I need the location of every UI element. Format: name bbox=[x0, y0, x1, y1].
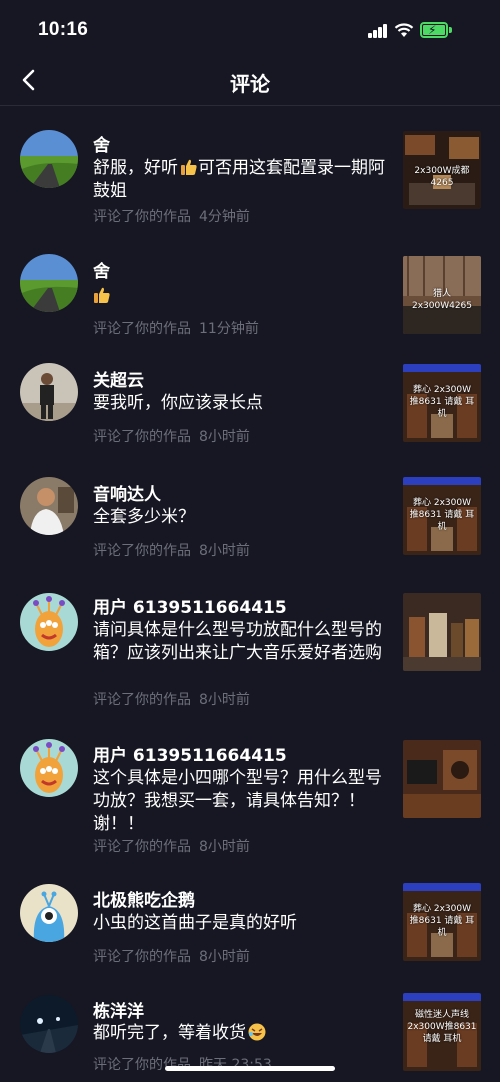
commenter-name[interactable]: 关超云 bbox=[93, 366, 144, 391]
comment-meta: 评论了你的作品 8小时前 bbox=[93, 836, 250, 856]
comment-row[interactable]: 音响达人 全套多少米？ 评论了你的作品 8小时前 葬心 2x300W推8631 请… bbox=[0, 454, 500, 567]
comment-row[interactable]: 关超云 要我听，你应该录长点 评论了你的作品 8小时前 葬心 2x300W推863… bbox=[0, 342, 500, 454]
avatar[interactable] bbox=[20, 593, 78, 651]
comment-action: 评论了你的作品 bbox=[93, 839, 191, 855]
video-thumbnail[interactable] bbox=[403, 740, 481, 818]
comment-action: 评论了你的作品 bbox=[93, 949, 191, 965]
avatar[interactable] bbox=[20, 477, 78, 535]
comment-time: 8小时前 bbox=[199, 543, 250, 559]
avatar[interactable] bbox=[20, 884, 78, 942]
commenter-name[interactable]: 舍 bbox=[93, 257, 110, 282]
thumbnail-caption: 葬心 2x300W推8631 请戴 耳机 bbox=[409, 904, 475, 938]
battery-tip bbox=[449, 27, 452, 33]
comment-meta: 评论了你的作品 8小时前 bbox=[93, 540, 250, 560]
comment-action: 评论了你的作品 bbox=[93, 321, 191, 337]
comment-action: 评论了你的作品 bbox=[93, 543, 191, 559]
comment-time: 8小时前 bbox=[199, 949, 250, 965]
avatar[interactable] bbox=[20, 363, 78, 421]
thumbnail-caption: 猎人2x300W4265 bbox=[411, 289, 473, 311]
cellular-signal-icon bbox=[368, 24, 388, 38]
comment-row[interactable]: 栋洋洋 都听完了，等着收货 评论了你的作品 昨天 23:53 磁性迷人声线 2x3… bbox=[0, 975, 500, 1073]
status-bar: 10:16 ⚡ bbox=[0, 0, 500, 56]
comment-meta: 评论了你的作品 8小时前 bbox=[93, 946, 250, 966]
comment-row[interactable]: 用户 6139511664415 请问具体是什么型号功放配什么型号的箱？应该列出… bbox=[0, 567, 500, 713]
video-thumbnail[interactable]: 葬心 2x300W推8631 请戴 耳机 bbox=[403, 883, 481, 961]
comment-meta: 评论了你的作品 8小时前 bbox=[93, 426, 250, 446]
comment-meta: 评论了你的作品 4分钟前 bbox=[93, 206, 250, 226]
status-time: 10:16 bbox=[38, 19, 89, 40]
commenter-name[interactable]: 舍 bbox=[93, 131, 110, 156]
page-title: 评论 bbox=[230, 72, 270, 96]
comment-time: 8小时前 bbox=[199, 429, 250, 445]
thumbnail-caption: 葬心 2x300W推8631 请戴 耳机 bbox=[409, 385, 475, 419]
comment-text: 小虫的这首曲子是真的好听 bbox=[93, 913, 297, 933]
video-thumbnail[interactable] bbox=[403, 593, 481, 671]
thumbnail-caption: 2x300W成都4265 bbox=[414, 166, 470, 188]
comment-meta: 评论了你的作品 昨天 23:53 bbox=[93, 1054, 272, 1074]
avatar[interactable] bbox=[20, 130, 78, 188]
comment-text: 舒服，好听 可否用这套配置录一期阿鼓姐 bbox=[93, 157, 388, 203]
commenter-name[interactable]: 音响达人 bbox=[93, 480, 161, 505]
comment-text-part: 舒服，好听 bbox=[93, 158, 178, 178]
comment-row[interactable]: 北极熊吃企鹅 小虫的这首曲子是真的好听 评论了你的作品 8小时前 葬心 2x300… bbox=[0, 862, 500, 975]
comment-time: 4分钟前 bbox=[199, 209, 250, 225]
thumbs-up-emoji-icon bbox=[181, 159, 197, 175]
comment-row[interactable]: 舍 舒服，好听 可否用这套配置录一期阿鼓姐 评论了你的作品 4分钟前 2x300W成… bbox=[0, 107, 500, 227]
commenter-name[interactable]: 栋洋洋 bbox=[93, 997, 144, 1022]
thumbs-up-emoji-icon bbox=[94, 287, 110, 303]
comment-row[interactable]: 用户 6139511664415 这个具体是小四哪个型号？用什么型号功放？我想买… bbox=[0, 713, 500, 862]
status-icons: ⚡ bbox=[368, 20, 478, 42]
nav-bar: 评论 bbox=[0, 56, 500, 106]
video-thumbnail[interactable]: 葬心 2x300W推8631 请戴 耳机 bbox=[403, 364, 481, 442]
comment-action: 评论了你的作品 bbox=[93, 209, 191, 225]
comment-text bbox=[93, 285, 388, 308]
commenter-name[interactable]: 北极熊吃企鹅 bbox=[93, 886, 195, 911]
comment-time: 8小时前 bbox=[199, 839, 250, 855]
laughing-emoji-icon bbox=[248, 1023, 266, 1041]
video-thumbnail[interactable]: 2x300W成都4265 bbox=[403, 131, 481, 209]
comment-text: 全套多少米？ bbox=[93, 507, 195, 527]
comment-text: 要我听，你应该录长点 bbox=[93, 393, 263, 413]
thumbnail-caption: 葬心 2x300W推8631 请戴 耳机 bbox=[409, 498, 475, 532]
commenter-name[interactable]: 用户 6139511664415 bbox=[93, 741, 287, 766]
comment-action: 评论了你的作品 bbox=[93, 692, 191, 708]
wifi-icon bbox=[394, 23, 414, 37]
comment-text: 请问具体是什么型号功放配什么型号的箱？应该列出来让广大音乐爱好者选购 bbox=[93, 620, 382, 663]
comment-meta: 评论了你的作品 8小时前 bbox=[93, 689, 250, 709]
video-thumbnail[interactable]: 磁性迷人声线 2x300W推8631 请戴 耳机 bbox=[403, 993, 481, 1071]
comment-text-part: 都听完了，等着收货 bbox=[93, 1023, 246, 1043]
video-thumbnail[interactable]: 猎人2x300W4265 bbox=[403, 256, 481, 334]
commenter-name[interactable]: 用户 6139511664415 bbox=[93, 593, 287, 618]
avatar[interactable] bbox=[20, 995, 78, 1053]
avatar[interactable] bbox=[20, 254, 78, 312]
thumbnail-caption: 磁性迷人声线 2x300W推8631 请戴 耳机 bbox=[407, 1010, 477, 1044]
comment-list[interactable]: 舍 舒服，好听 可否用这套配置录一期阿鼓姐 评论了你的作品 4分钟前 2x300W成… bbox=[0, 107, 500, 1073]
comment-time: 11分钟前 bbox=[199, 321, 259, 337]
avatar[interactable] bbox=[20, 739, 78, 797]
home-indicator[interactable] bbox=[165, 1066, 335, 1071]
comment-row[interactable]: 舍 评论了你的作品 11分钟前 猎人2x300W4265 bbox=[0, 227, 500, 342]
comment-meta: 评论了你的作品 11分钟前 bbox=[93, 318, 259, 338]
video-thumbnail[interactable]: 葬心 2x300W推8631 请戴 耳机 bbox=[403, 477, 481, 555]
comment-text: 都听完了，等着收货 bbox=[93, 1022, 388, 1045]
battery-icon: ⚡ bbox=[420, 22, 448, 38]
comment-time: 8小时前 bbox=[199, 692, 250, 708]
comment-action: 评论了你的作品 bbox=[93, 429, 191, 445]
comment-text: 这个具体是小四哪个型号？用什么型号功放？我想买一套，请具体告知？！谢！！ bbox=[93, 768, 382, 834]
